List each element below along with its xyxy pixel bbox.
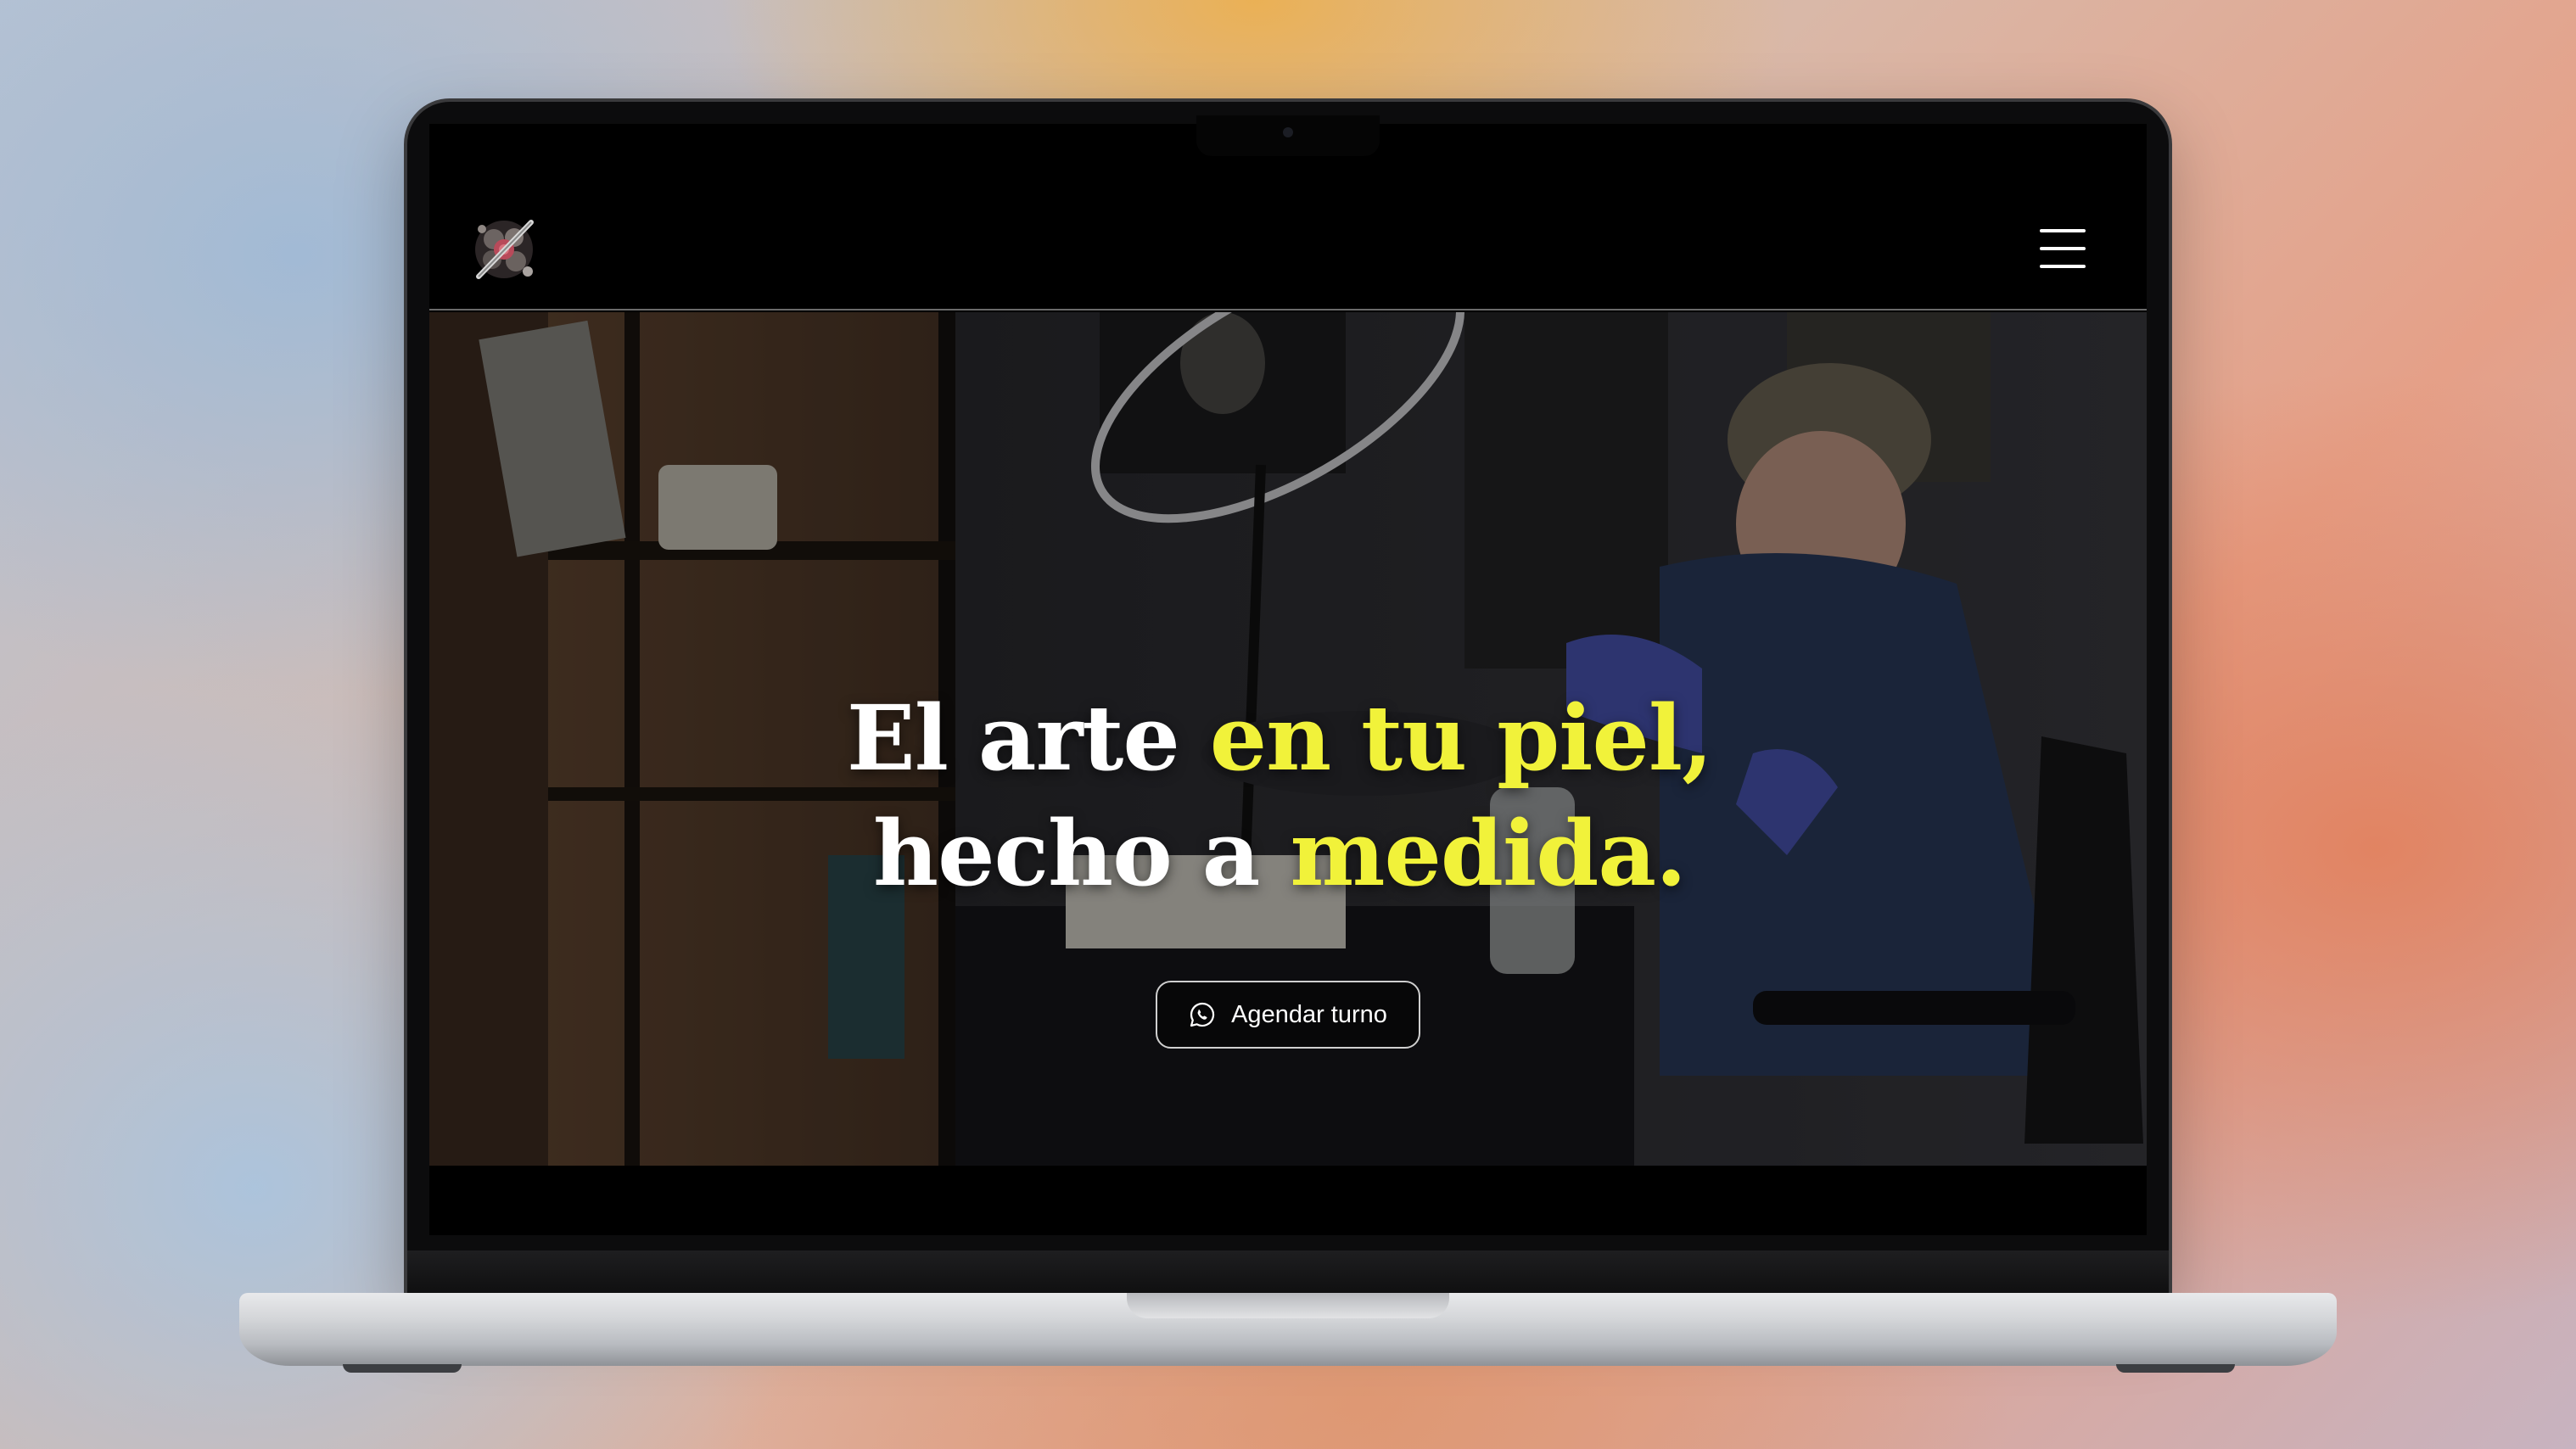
whatsapp-icon	[1190, 1002, 1215, 1027]
laptop-screen: El arte en tu piel, hecho a medida. Agen…	[429, 124, 2147, 1235]
headline-line2-white: hecho a	[873, 800, 1291, 906]
hero-headline-line2: hecho a medida.	[429, 796, 2138, 911]
hero-headline-line1: El arte en tu piel,	[429, 680, 2138, 796]
hero-section: El arte en tu piel, hecho a medida. Agen…	[429, 312, 2147, 1166]
agendar-turno-label: Agendar turno	[1231, 1000, 1387, 1028]
laptop-base-notch	[1127, 1293, 1449, 1318]
tattoo-logo-icon[interactable]	[467, 209, 543, 290]
hamburger-menu-icon[interactable]	[2040, 229, 2086, 268]
headline-line1-highlight: en tu piel,	[1209, 685, 1713, 791]
headline-line1-white: El arte	[846, 685, 1210, 791]
page-bottom-band	[429, 1166, 2147, 1235]
laptop-lid-bezel	[407, 1250, 2169, 1295]
headline-line2-highlight: medida.	[1290, 800, 1687, 906]
agendar-turno-button[interactable]: Agendar turno	[1156, 981, 1420, 1049]
laptop-foot-left	[343, 1364, 462, 1373]
laptop-foot-right	[2116, 1364, 2235, 1373]
camera-icon	[1283, 127, 1293, 137]
